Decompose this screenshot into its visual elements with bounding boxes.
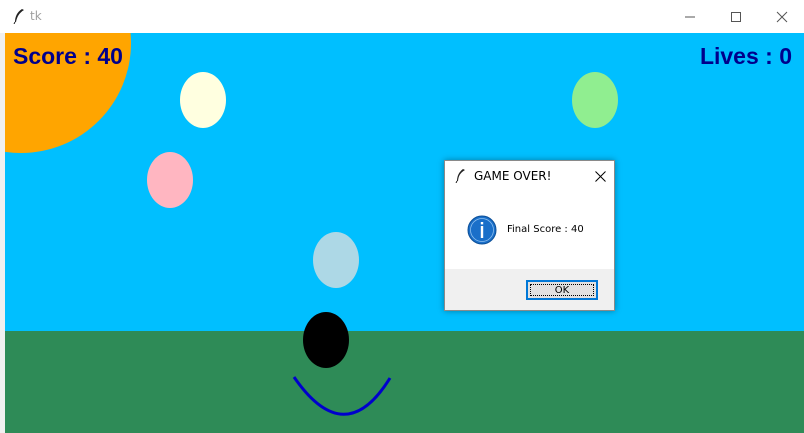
feather-icon (13, 9, 24, 24)
minimize-button[interactable] (667, 0, 713, 33)
player-head (303, 312, 349, 368)
close-button[interactable] (759, 0, 804, 33)
window-title: tk (30, 9, 42, 23)
ground (5, 331, 804, 433)
balloon[interactable] (313, 232, 359, 288)
lives-label: Lives : 0 (699, 43, 792, 69)
info-icon (467, 215, 497, 245)
minimize-icon (685, 16, 695, 17)
dialog-title: GAME OVER! (474, 169, 552, 183)
close-icon (776, 11, 788, 22)
maximize-icon (731, 11, 741, 22)
game-canvas[interactable]: Score : 40 Lives : 0 (5, 33, 804, 433)
score-label: Score : 40 (13, 43, 123, 69)
dialog-close-button[interactable] (591, 167, 609, 185)
title-bar[interactable]: tk (0, 0, 804, 33)
balloon[interactable] (180, 72, 226, 128)
balloon[interactable] (147, 152, 193, 208)
balloon[interactable] (572, 72, 618, 128)
maximize-button[interactable] (713, 0, 759, 33)
feather-icon (455, 169, 465, 183)
app-window: tk Score : 40 Lives : 0 GAME OVER! Final… (0, 0, 804, 433)
game-over-dialog: GAME OVER! Final Score : 40 OK (444, 160, 615, 311)
dialog-message: Final Score : 40 (507, 224, 584, 235)
focus-ring (530, 284, 594, 296)
dialog-footer: OK (445, 269, 614, 310)
player-smile (292, 376, 392, 416)
close-icon (594, 170, 606, 182)
ok-button[interactable]: OK (526, 280, 598, 300)
